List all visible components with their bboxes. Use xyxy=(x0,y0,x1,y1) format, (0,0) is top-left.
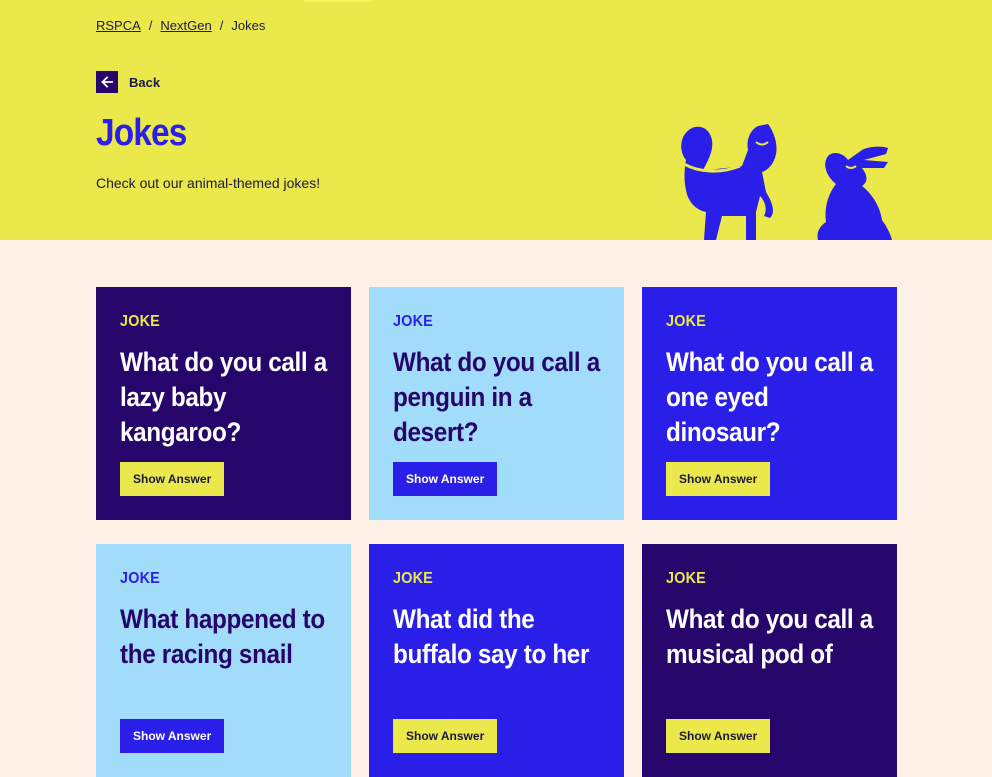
animal-illustration xyxy=(681,124,892,240)
joke-question: What do you call a penguin in a desert? xyxy=(393,347,600,447)
breadcrumb-separator: / xyxy=(148,18,153,33)
back-link[interactable]: Back xyxy=(96,71,160,93)
jokes-grid: JOKE What do you call a lazy baby kangar… xyxy=(96,287,897,777)
show-answer-button[interactable]: Show Answer xyxy=(393,462,498,496)
breadcrumb-link-rspca[interactable]: RSPCA xyxy=(96,18,141,33)
arrow-left-icon xyxy=(96,71,118,93)
fox-icon xyxy=(681,124,777,240)
top-accent-bar xyxy=(304,0,372,2)
joke-card: JOKE What do you call a penguin in a des… xyxy=(369,287,624,520)
show-answer-button[interactable]: Show Answer xyxy=(120,719,225,753)
hero-banner: RSPCA / NextGen / Jokes Back Jokes Check… xyxy=(0,0,992,240)
page-title: Jokes xyxy=(96,112,187,154)
rabbit-icon xyxy=(817,146,892,240)
show-answer-button[interactable]: Show Answer xyxy=(120,462,225,496)
breadcrumb: RSPCA / NextGen / Jokes xyxy=(96,18,265,33)
joke-question: What did the buffalo say to her xyxy=(393,604,590,669)
show-answer-button[interactable]: Show Answer xyxy=(666,719,771,753)
joke-question: What happened to the racing snail xyxy=(120,604,325,669)
show-answer-button[interactable]: Show Answer xyxy=(393,719,498,753)
joke-question: What do you call a one eyed dinosaur? xyxy=(666,347,873,447)
joke-tag: JOKE xyxy=(393,570,433,587)
joke-tag: JOKE xyxy=(393,313,433,330)
joke-tag: JOKE xyxy=(666,570,706,587)
breadcrumb-link-nextgen[interactable]: NextGen xyxy=(160,18,211,33)
joke-card: JOKE What do you call a one eyed dinosau… xyxy=(642,287,897,520)
joke-card: JOKE What do you call a lazy baby kangar… xyxy=(96,287,351,520)
joke-question: What do you call a lazy baby kangaroo? xyxy=(120,347,327,447)
joke-tag: JOKE xyxy=(666,313,706,330)
show-answer-button[interactable]: Show Answer xyxy=(666,462,771,496)
breadcrumb-separator: / xyxy=(219,18,224,33)
joke-tag: JOKE xyxy=(120,313,160,330)
back-label: Back xyxy=(129,74,161,90)
page-subtitle: Check out our animal-themed jokes! xyxy=(96,175,321,191)
breadcrumb-current: Jokes xyxy=(231,18,266,33)
joke-question: What do you call a musical pod of xyxy=(666,604,873,669)
joke-tag: JOKE xyxy=(120,570,160,587)
